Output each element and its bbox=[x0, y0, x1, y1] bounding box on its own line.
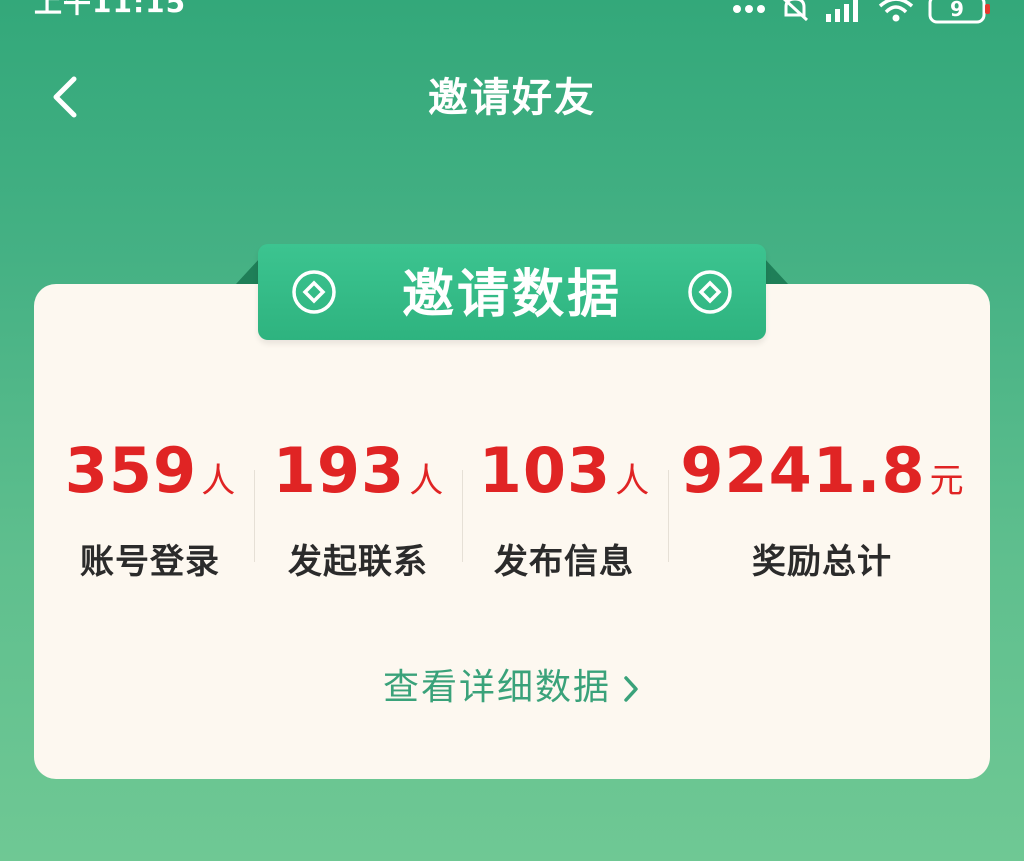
signal-icon bbox=[826, 0, 858, 22]
stat-unit: 人 bbox=[409, 461, 444, 501]
stat-account-login: 359 人 账号登录 bbox=[46, 434, 254, 583]
stat-reward-total: 9241.8 元 奖励总计 bbox=[672, 434, 972, 583]
chevron-right-icon bbox=[624, 676, 638, 702]
wifi-icon bbox=[878, 0, 914, 22]
stat-value: 359 bbox=[64, 434, 198, 507]
status-bar: 上午11:15 9 bbox=[0, 0, 1024, 26]
stat-contacts-initiated: 193 人 发起联系 bbox=[254, 434, 462, 583]
stat-unit: 元 bbox=[929, 461, 964, 501]
card-ribbon: 邀请数据 bbox=[258, 244, 766, 340]
stat-divider bbox=[668, 470, 669, 562]
stat-label: 发布信息 bbox=[494, 542, 634, 582]
status-icons: 9 bbox=[732, 0, 992, 24]
more-dots-icon bbox=[733, 5, 765, 13]
stat-value: 9241.8 bbox=[680, 434, 926, 507]
view-details-label: 查看详细数据 bbox=[382, 667, 611, 708]
mute-bell-icon bbox=[782, 0, 809, 22]
diamond-coin-icon bbox=[688, 270, 732, 314]
stat-value: 193 bbox=[272, 434, 406, 507]
stat-label: 奖励总计 bbox=[752, 542, 892, 582]
status-time: 上午11:15 bbox=[34, 0, 187, 19]
battery-level: 9 bbox=[950, 0, 964, 21]
battery-icon: 9 bbox=[928, 0, 992, 24]
stat-unit: 人 bbox=[201, 461, 236, 501]
view-details-link[interactable]: 查看详细数据 bbox=[0, 666, 1024, 710]
page-title: 邀请好友 bbox=[428, 75, 596, 121]
stat-value: 103 bbox=[478, 434, 612, 507]
stat-posts-published: 103 人 发布信息 bbox=[460, 434, 668, 583]
ribbon-fold-left bbox=[236, 258, 260, 284]
stat-label: 发起联系 bbox=[288, 542, 428, 582]
ribbon-fold-right bbox=[764, 258, 788, 284]
stat-unit: 人 bbox=[615, 461, 650, 501]
stat-label: 账号登录 bbox=[80, 542, 220, 582]
